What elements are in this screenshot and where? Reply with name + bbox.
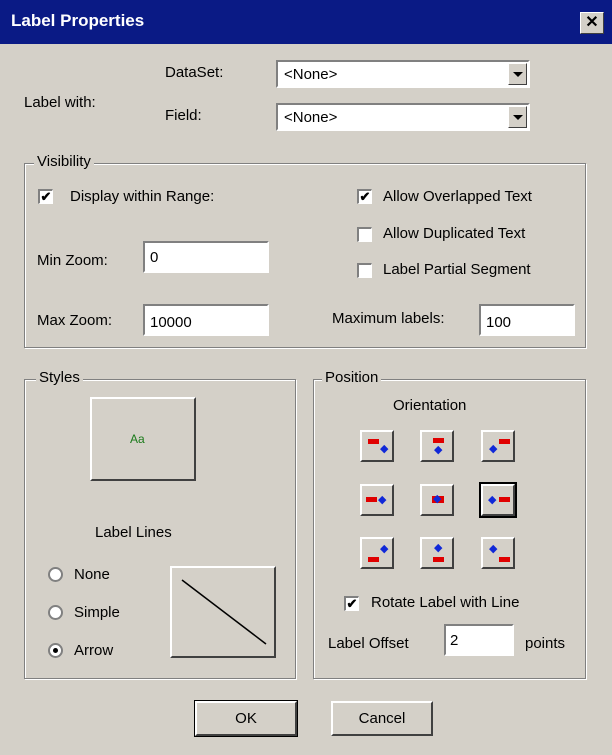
orientation-bottom-right-button[interactable]: ◆	[481, 537, 515, 569]
field-label: Field:	[165, 107, 202, 124]
radio-none-label: None	[74, 566, 110, 583]
anchor-icon: ◆	[489, 543, 498, 555]
close-icon: ✕	[585, 14, 599, 31]
field-value: <None>	[284, 109, 338, 126]
anchor-icon: ◆	[488, 494, 497, 506]
ok-button[interactable]: OK	[194, 700, 298, 737]
radio-arrow[interactable]	[48, 643, 63, 658]
min-zoom-value: 0	[150, 249, 159, 266]
orientation-left-button[interactable]: ◆	[360, 484, 394, 516]
check-icon: ✔	[359, 189, 371, 204]
dataset-dropdown-button[interactable]	[508, 63, 527, 85]
max-zoom-value: 10000	[150, 314, 192, 331]
anchor-icon: ◆	[380, 443, 389, 455]
label-with-label: Label with:	[24, 94, 96, 111]
anchor-icon: ◆	[434, 542, 443, 554]
anchor-icon: ◆	[433, 493, 442, 505]
anchor-icon: ◆	[434, 444, 443, 456]
orientation-right-button[interactable]: ◆	[479, 482, 517, 518]
min-zoom-label: Min Zoom:	[37, 252, 108, 269]
dialog-title: Label Properties	[11, 11, 145, 30]
anchor-icon: ◆	[378, 494, 387, 506]
orientation-top-left-button[interactable]: ◆	[360, 430, 394, 462]
orientation-center-button[interactable]: ◆	[420, 484, 454, 516]
field-combo[interactable]: <None>	[276, 103, 530, 131]
orientation-bottom-button[interactable]: ◆	[420, 537, 454, 569]
display-within-range-checkbox[interactable]: ✔	[38, 189, 53, 204]
cancel-button[interactable]: Cancel	[331, 701, 433, 736]
allow-duplicated-checkbox[interactable]	[357, 227, 372, 242]
line-preview-icon	[181, 579, 267, 645]
dataset-label: DataSet:	[165, 64, 224, 81]
label-offset-input[interactable]: 2	[444, 624, 514, 656]
font-style-button[interactable]: Aa	[90, 397, 196, 481]
label-offset-label: Label Offset	[328, 635, 409, 652]
rotate-label-label: Rotate Label with Line	[371, 594, 520, 611]
allow-duplicated-label: Allow Duplicated Text	[383, 225, 526, 242]
field-dropdown-button[interactable]	[508, 106, 527, 128]
anchor-icon: ◆	[489, 443, 498, 455]
font-sample: Aa	[130, 432, 145, 446]
label-offset-unit: points	[525, 635, 566, 652]
line-style-button[interactable]	[170, 566, 276, 658]
max-zoom-label: Max Zoom:	[37, 312, 113, 329]
anchor-icon: ◆	[380, 543, 389, 555]
rotate-label-checkbox[interactable]: ✔	[344, 596, 359, 611]
label-partial-label: Label Partial Segment	[383, 261, 531, 278]
display-within-range-label: Display within Range:	[70, 188, 215, 205]
max-zoom-input[interactable]: 10000	[143, 304, 269, 336]
allow-overlapped-checkbox[interactable]: ✔	[357, 189, 372, 204]
position-legend: Position	[322, 369, 382, 386]
orientation-top-right-button[interactable]: ◆	[481, 430, 515, 462]
close-button[interactable]: ✕	[580, 12, 604, 34]
label-lines-label: Label Lines	[95, 524, 172, 541]
maximum-labels-label: Maximum labels:	[332, 310, 445, 327]
allow-overlapped-label: Allow Overlapped Text	[383, 188, 532, 205]
label-offset-value: 2	[450, 632, 459, 649]
label-partial-checkbox[interactable]	[357, 263, 372, 278]
radio-none[interactable]	[48, 567, 63, 582]
orientation-bottom-left-button[interactable]: ◆	[360, 537, 394, 569]
maximum-labels-value: 100	[486, 314, 512, 331]
radio-simple[interactable]	[48, 605, 63, 620]
radio-simple-label: Simple	[74, 604, 120, 621]
visibility-legend: Visibility	[34, 153, 94, 170]
check-icon: ✔	[346, 596, 358, 611]
styles-legend: Styles	[36, 369, 83, 386]
dataset-value: <None>	[284, 66, 338, 83]
orientation-label: Orientation	[393, 397, 467, 414]
maximum-labels-input[interactable]: 100	[479, 304, 575, 336]
dataset-combo[interactable]: <None>	[276, 60, 530, 88]
orientation-top-button[interactable]: ◆	[420, 430, 454, 462]
radio-arrow-label: Arrow	[74, 642, 114, 659]
check-icon: ✔	[40, 189, 52, 204]
min-zoom-input[interactable]: 0	[143, 241, 269, 273]
